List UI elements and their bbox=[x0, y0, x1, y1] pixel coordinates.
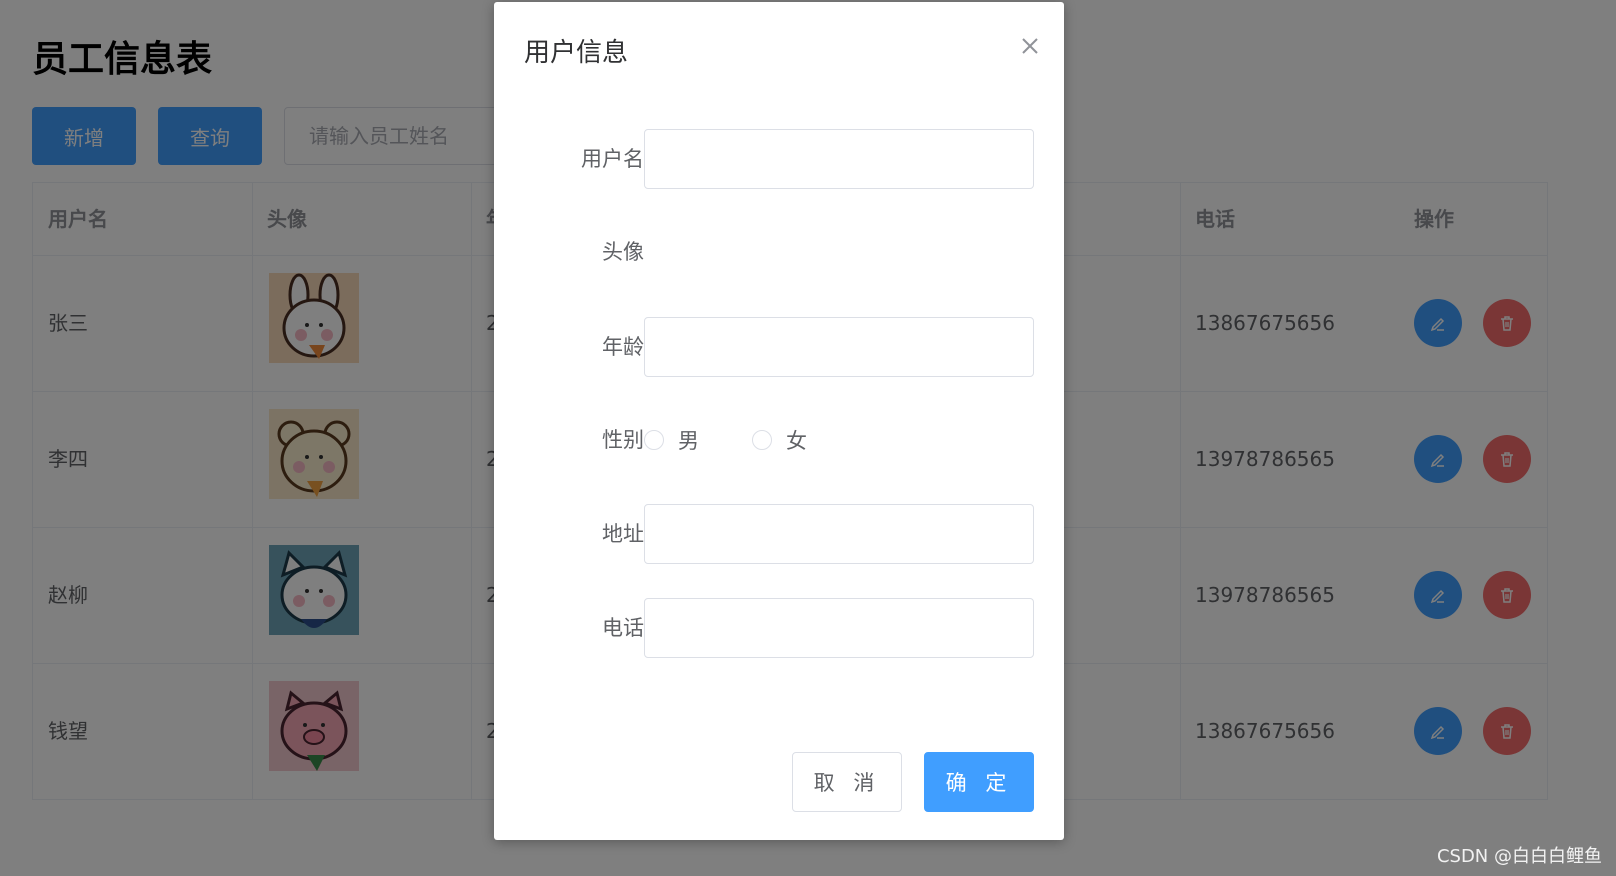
radio-label-female: 女 bbox=[786, 429, 807, 453]
gender-radio-male[interactable]: 男 bbox=[644, 410, 699, 470]
avatar-label: 头像 bbox=[602, 240, 644, 264]
user-info-dialog: 用户信息 用户名 头像 年龄 性别 男 女 地址 电话 取 消 确 定 bbox=[494, 2, 1064, 840]
username-label: 用户名 bbox=[581, 147, 644, 171]
watermark: CSDN @白白白鲤鱼 bbox=[1436, 846, 1602, 867]
gender-radio-female[interactable]: 女 bbox=[752, 410, 807, 470]
radio-label-male: 男 bbox=[678, 429, 699, 453]
confirm-button[interactable]: 确 定 bbox=[924, 752, 1034, 812]
close-button[interactable] bbox=[1018, 34, 1042, 58]
radio-circle-icon bbox=[752, 430, 772, 450]
age-input[interactable] bbox=[644, 317, 1034, 377]
radio-circle-icon bbox=[644, 430, 664, 450]
gender-label: 性别 bbox=[602, 428, 644, 452]
close-icon bbox=[1022, 38, 1038, 54]
phone-input[interactable] bbox=[644, 598, 1034, 658]
age-label: 年龄 bbox=[602, 335, 644, 359]
address-label: 地址 bbox=[602, 522, 644, 546]
cancel-button[interactable]: 取 消 bbox=[792, 752, 902, 812]
address-input[interactable] bbox=[644, 504, 1034, 564]
phone-label: 电话 bbox=[602, 616, 644, 640]
dialog-title: 用户信息 bbox=[524, 38, 629, 68]
username-input[interactable] bbox=[644, 129, 1034, 189]
